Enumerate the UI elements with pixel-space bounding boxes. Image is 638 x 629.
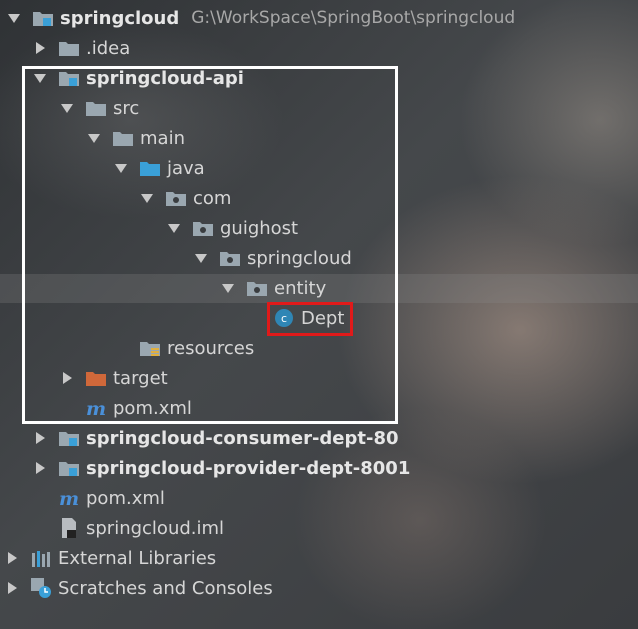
tree-label: External Libraries bbox=[58, 547, 217, 569]
tree-row-iml[interactable]: springcloud.iml bbox=[32, 513, 224, 543]
tree-row-root-pom[interactable]: m pom.xml bbox=[32, 483, 165, 513]
collapse-arrow-icon[interactable] bbox=[32, 430, 48, 446]
tree-label: Scratches and Consoles bbox=[58, 577, 273, 599]
module-folder-icon bbox=[58, 427, 80, 449]
collapse-arrow-icon[interactable] bbox=[4, 550, 20, 566]
folder-icon bbox=[58, 37, 80, 59]
libraries-icon bbox=[30, 547, 52, 569]
tree-label: springcloud.iml bbox=[86, 517, 225, 539]
tree-row-springcloud-root[interactable]: springcloud G:\WorkSpace\SpringBoot\spri… bbox=[6, 3, 515, 33]
module-folder-icon bbox=[32, 7, 54, 29]
highlight-box-springcloud-api bbox=[22, 66, 398, 424]
module-folder-icon bbox=[58, 457, 80, 479]
tree-row-external-libraries[interactable]: External Libraries bbox=[4, 543, 216, 573]
collapse-arrow-icon[interactable] bbox=[4, 580, 20, 596]
tree-label: .idea bbox=[86, 37, 131, 59]
tree-row-provider-module[interactable]: springcloud-provider-dept-8001 bbox=[32, 453, 410, 483]
iml-file-icon bbox=[58, 517, 80, 539]
collapse-arrow-icon[interactable] bbox=[32, 40, 48, 56]
project-path: G:\WorkSpace\SpringBoot\springcloud bbox=[191, 8, 516, 28]
tree-label: springcloud bbox=[60, 7, 180, 29]
tree-label: springcloud-provider-dept-8001 bbox=[86, 457, 411, 479]
tree-row-consumer-module[interactable]: springcloud-consumer-dept-80 bbox=[32, 423, 399, 453]
tree-row-scratches[interactable]: Scratches and Consoles bbox=[4, 573, 273, 603]
tree-row-idea[interactable]: .idea bbox=[32, 33, 130, 63]
collapse-arrow-icon[interactable] bbox=[32, 460, 48, 476]
highlight-box-dept bbox=[267, 302, 353, 336]
tree-label: springcloud-consumer-dept-80 bbox=[86, 427, 399, 449]
tree-label: pom.xml bbox=[86, 487, 165, 509]
expand-arrow-icon[interactable] bbox=[6, 10, 22, 26]
scratches-icon bbox=[30, 577, 52, 599]
svg-text:m: m bbox=[59, 488, 79, 508]
maven-icon: m bbox=[58, 487, 80, 509]
